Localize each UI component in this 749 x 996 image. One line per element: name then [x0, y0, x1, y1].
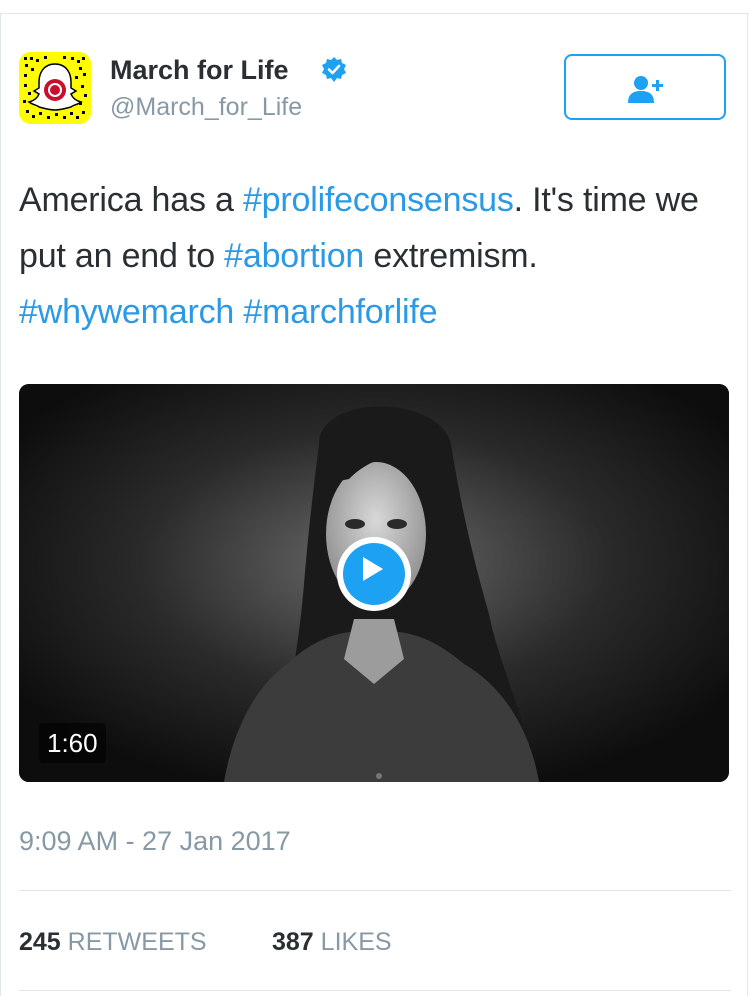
retweets-label: RETWEETS	[67, 928, 207, 956]
retweets-stat[interactable]: 245 RETWEETS	[19, 926, 207, 958]
video-duration: 1:60	[39, 723, 106, 763]
user-handle[interactable]: @March_for_Life	[110, 92, 302, 122]
tweet-text-segment: extremism.	[364, 237, 538, 275]
card-border-right	[747, 13, 748, 996]
likes-stat[interactable]: 387 LIKES	[272, 926, 392, 958]
card-border-top	[0, 13, 749, 14]
divider	[19, 890, 731, 891]
verified-badge-icon	[322, 57, 346, 82]
retweets-count: 245	[19, 928, 61, 956]
add-user-icon	[628, 76, 663, 103]
hashtag-link[interactable]: #whywemarch	[19, 293, 234, 331]
play-icon	[363, 557, 383, 581]
card-border-left	[0, 13, 1, 996]
tweet-text-segment: America has a	[19, 181, 243, 219]
follow-button[interactable]	[564, 54, 726, 120]
avatar[interactable]	[19, 52, 91, 124]
video-player[interactable]: 1:60	[19, 384, 729, 782]
tweet-text-segment	[234, 293, 243, 331]
likes-label: LIKES	[320, 928, 392, 956]
hashtag-link[interactable]: #prolifeconsensus	[243, 181, 514, 219]
likes-count: 387	[272, 928, 314, 956]
hashtag-link[interactable]: #marchforlife	[243, 293, 437, 331]
snapcode-ghost-icon	[19, 52, 91, 124]
hashtag-link[interactable]: #abortion	[224, 237, 364, 275]
divider	[19, 990, 731, 991]
display-name[interactable]: March for Life	[110, 54, 289, 86]
tweet-text: America has a #prolifeconsensus. It's ti…	[19, 172, 731, 340]
play-button[interactable]	[337, 537, 411, 611]
tweet-timestamp[interactable]: 9:09 AM - 27 Jan 2017	[19, 824, 291, 858]
